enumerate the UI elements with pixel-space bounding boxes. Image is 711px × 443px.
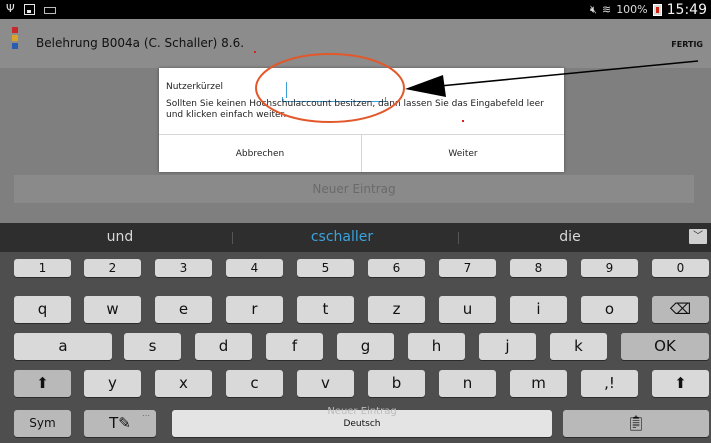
key-k[interactable]: k [550, 333, 607, 360]
key-s[interactable]: s [124, 333, 181, 360]
backspace-icon: ⌫ [669, 300, 692, 318]
stripe-yellow [12, 35, 18, 41]
battery-icon [652, 3, 662, 16]
collapse-keyboard-icon[interactable]: ﹀ [689, 229, 707, 244]
key-w[interactable]: w [84, 296, 141, 323]
status-bar: Ψ 🔇︎ ≋ 100% 15:49 [0, 0, 711, 19]
key-comma[interactable]: ,! [581, 370, 638, 397]
continue-button[interactable]: Weiter [361, 135, 564, 172]
divider [458, 232, 459, 244]
sym-key[interactable]: Sym [14, 410, 71, 437]
username-label: Nutzerkürzel [166, 82, 224, 92]
key-3[interactable]: 3 [155, 259, 212, 277]
cancel-button[interactable]: Abbrechen [159, 135, 361, 172]
wifi-icon: ≋ [601, 3, 612, 16]
shift-left-key[interactable]: ⬆ [14, 370, 71, 397]
key-q[interactable]: q [14, 296, 71, 323]
key-z[interactable]: z [368, 296, 425, 323]
stripe-red [12, 27, 18, 33]
key-6[interactable]: 6 [368, 259, 425, 277]
on-screen-keyboard: 1 2 3 4 5 6 7 8 9 0 q w e r t z u i o ⌫ … [0, 252, 711, 443]
app-logo-stripe [12, 27, 20, 55]
clipboard-key[interactable]: 📋︎ [563, 410, 709, 437]
key-5[interactable]: 5 [297, 259, 354, 277]
text-caret [286, 82, 287, 98]
key-e[interactable]: e [155, 296, 212, 323]
dialog-buttons: Abbrechen Weiter [159, 134, 564, 172]
page-title: Belehrung B004a (C. Schaller) 8.6. [36, 36, 245, 50]
key-x[interactable]: x [155, 370, 212, 397]
placeholder-ghost-text: Neuer Eintrag [327, 406, 397, 417]
shift-right-key[interactable]: ⬆ [652, 370, 709, 397]
clock: 15:49 [666, 1, 707, 18]
red-dot [254, 51, 256, 53]
key-r[interactable]: r [226, 296, 283, 323]
key-4[interactable]: 4 [226, 259, 283, 277]
handwriting-icon: T✎ [109, 414, 131, 432]
usb-icon: Ψ [6, 2, 15, 15]
key-v[interactable]: v [297, 370, 354, 397]
handwriting-key[interactable]: T✎ ⋯ [84, 410, 156, 437]
suggestion-2[interactable]: cschaller [262, 223, 422, 252]
key-o[interactable]: o [581, 296, 638, 323]
key-f[interactable]: f [266, 333, 323, 360]
red-dot [462, 120, 464, 122]
shift-icon: ⬆ [674, 374, 687, 392]
username-input[interactable] [282, 74, 386, 102]
stripe-blue [12, 43, 18, 49]
key-n[interactable]: n [439, 370, 496, 397]
key-u[interactable]: u [439, 296, 496, 323]
settings-dots-icon: ⋯ [142, 411, 150, 420]
key-d[interactable]: d [195, 333, 252, 360]
suggestion-1[interactable]: und [40, 223, 200, 252]
clipboard-icon: 📋︎ [626, 414, 646, 432]
key-2[interactable]: 2 [84, 259, 141, 277]
new-entry-label: Neuer Eintrag [312, 182, 396, 196]
screenshot-icon [23, 3, 35, 15]
keyboard-icon [43, 6, 56, 14]
suggestion-bar: und cschaller die ﹀ [0, 223, 711, 252]
status-left-icons: Ψ [6, 2, 56, 16]
key-h[interactable]: h [408, 333, 465, 360]
key-c[interactable]: c [226, 370, 283, 397]
key-7[interactable]: 7 [439, 259, 496, 277]
key-b[interactable]: b [368, 370, 425, 397]
key-j[interactable]: j [479, 333, 536, 360]
divider [232, 232, 233, 244]
shift-icon: ⬆ [36, 374, 49, 392]
key-a[interactable]: a [14, 333, 112, 360]
key-8[interactable]: 8 [510, 259, 567, 277]
suggestion-3[interactable]: die [490, 223, 650, 252]
username-dialog: Nutzerkürzel Sollten Sie keinen Hochschu… [159, 68, 564, 172]
key-y[interactable]: y [84, 370, 141, 397]
key-t[interactable]: t [297, 296, 354, 323]
done-button[interactable]: FERTIG [671, 40, 703, 49]
space-key[interactable]: Neuer Eintrag Deutsch [172, 406, 552, 437]
key-0[interactable]: 0 [652, 259, 709, 277]
key-m[interactable]: m [510, 370, 567, 397]
status-right: 🔇︎ ≋ 100% 15:49 [590, 0, 707, 19]
key-1[interactable]: 1 [14, 259, 71, 277]
mute-icon: 🔇︎ [590, 2, 597, 16]
space-label: Deutsch [343, 419, 381, 429]
backspace-key[interactable]: ⌫ [652, 296, 709, 323]
key-i[interactable]: i [510, 296, 567, 323]
ok-key[interactable]: OK [621, 333, 709, 360]
new-entry-row[interactable]: Neuer Eintrag [14, 175, 694, 203]
key-g[interactable]: g [337, 333, 394, 360]
dialog-message: Sollten Sie keinen Hochschulaccount besi… [166, 99, 544, 120]
battery-percent: 100% [616, 3, 648, 16]
key-9[interactable]: 9 [581, 259, 638, 277]
app-header: Belehrung B004a (C. Schaller) 8.6. FERTI… [0, 19, 711, 68]
